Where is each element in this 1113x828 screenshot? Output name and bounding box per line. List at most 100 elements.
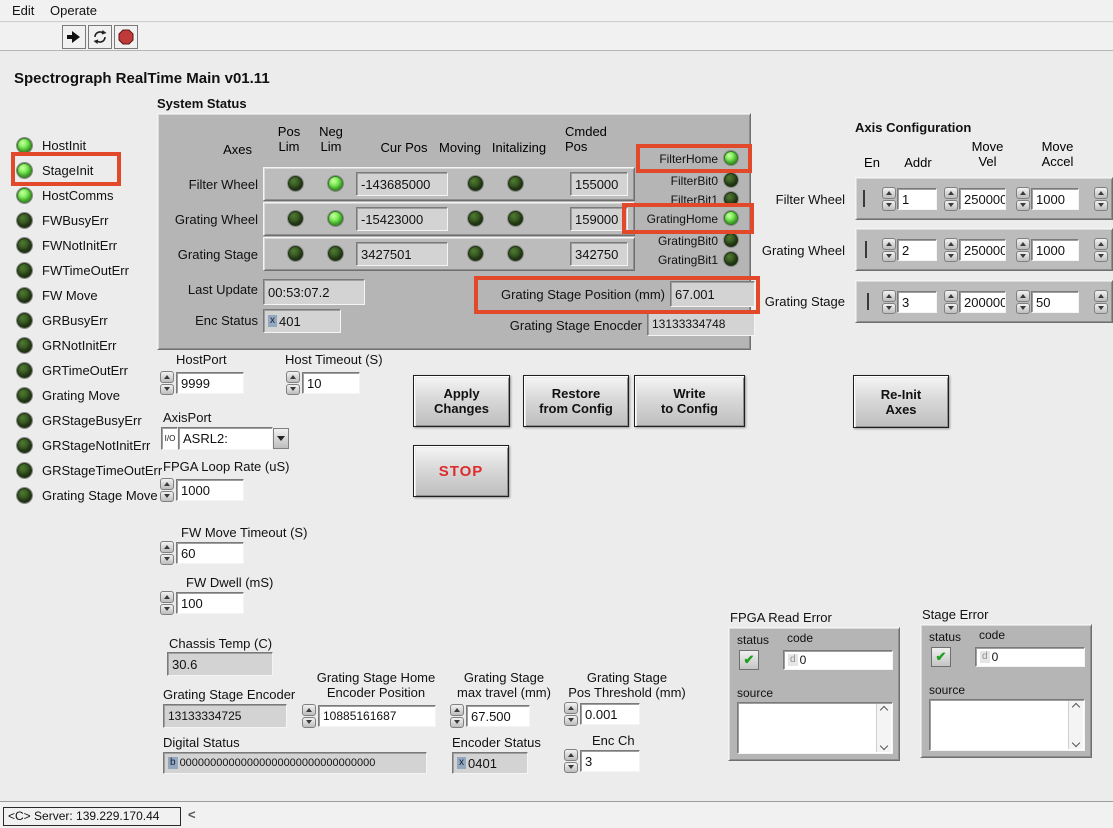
move-accel-spinner[interactable]: [1016, 238, 1030, 262]
gs-home-encoder-position-input[interactable]: 10885161687: [318, 705, 436, 727]
move-vel-input[interactable]: 250000: [959, 188, 1006, 210]
fw-move-timeout-spinner[interactable]: [160, 541, 174, 565]
gs-pos-threshold-input[interactable]: 0.001: [580, 703, 640, 725]
gs-home-encoder-position-spinner[interactable]: [302, 704, 316, 728]
enable-checkbox[interactable]: [867, 293, 869, 310]
enc-ch-spinner[interactable]: [564, 749, 578, 773]
filterbit0-led: [724, 173, 738, 187]
menu-edit[interactable]: Edit: [12, 3, 34, 18]
gs-max-travel-label: Grating Stage max travel (mm): [450, 670, 558, 700]
moving-led: [468, 176, 483, 191]
move-vel-input[interactable]: 200000: [959, 291, 1006, 313]
collapse-glyph[interactable]: <: [188, 807, 196, 822]
checkmark-icon: ✔: [744, 652, 755, 668]
abort-button[interactable]: [114, 25, 138, 49]
apply-changes-button[interactable]: Apply Changes: [413, 375, 510, 427]
scroll-up-icon[interactable]: [1072, 703, 1080, 711]
error-code-label: code: [787, 631, 813, 645]
axis-configuration-title: Axis Configuration: [855, 120, 971, 135]
run-icon: [66, 29, 82, 45]
scrollbar[interactable]: [876, 704, 891, 752]
axisport-dropdown-button[interactable]: [273, 428, 289, 449]
error-source-textarea[interactable]: [737, 702, 893, 754]
addr-spinner[interactable]: [882, 290, 896, 314]
run-button[interactable]: [62, 25, 86, 49]
status-bar: <C> Server: 139.229.170.44 <: [0, 801, 1113, 828]
move-vel-spinner[interactable]: [944, 187, 958, 211]
run-continuous-button[interactable]: [88, 25, 112, 49]
gs-pos-threshold-spinner[interactable]: [564, 702, 578, 726]
error-status-button[interactable]: ✔: [931, 647, 951, 667]
write-to-config-button[interactable]: Write to Config: [634, 375, 745, 427]
radix-indicator[interactable]: x: [457, 757, 466, 769]
gs-max-travel-input[interactable]: 67.500: [466, 705, 530, 727]
fpga-loop-rate-input[interactable]: 1000: [176, 479, 244, 501]
move-accel-input[interactable]: 50: [1031, 291, 1079, 313]
enc-ch-label: Enc Ch: [592, 733, 635, 748]
host-timeout-spinner[interactable]: [286, 371, 300, 395]
hostport-input[interactable]: 9999: [176, 372, 244, 394]
status-led-grbusyerr: GRBusyErr: [17, 312, 108, 328]
error-code-field[interactable]: d 0: [975, 647, 1085, 667]
fw-move-timeout-input[interactable]: 60: [176, 542, 244, 564]
header-cmded-pos: Cmded Pos: [565, 124, 617, 154]
host-timeout-input[interactable]: 10: [302, 372, 360, 394]
restore-from-config-button[interactable]: Restore from Config: [523, 375, 629, 427]
radix-indicator[interactable]: d: [788, 654, 798, 666]
move-accel-spinner[interactable]: [1016, 290, 1030, 314]
move-accel-input[interactable]: 1000: [1031, 239, 1079, 261]
addr-input[interactable]: 2: [897, 239, 937, 261]
error-source-textarea[interactable]: [929, 699, 1085, 751]
scrollbar[interactable]: [1068, 701, 1083, 749]
enc-status-field: x 401: [263, 309, 341, 333]
fpga-loop-rate-label: FPGA Loop Rate (uS): [163, 459, 289, 474]
move-vel-input[interactable]: 250000: [959, 239, 1006, 261]
header-cur-pos: Cur Pos: [372, 140, 436, 155]
scroll-up-icon[interactable]: [880, 706, 888, 714]
grating-stage-position-label: Grating Stage Position (mm): [480, 287, 665, 302]
status-led-grstagebusyerr: GRStageBusyErr: [17, 412, 142, 428]
led-indicator: [17, 313, 32, 328]
fw-dwell-spinner[interactable]: [160, 591, 174, 615]
status-led-gratingstagemove: Grating Stage Move: [17, 487, 158, 503]
error-code-field[interactable]: d 0: [783, 650, 893, 670]
move-vel-spinner[interactable]: [944, 290, 958, 314]
addr-input[interactable]: 1: [897, 188, 937, 210]
radix-indicator[interactable]: x: [268, 315, 277, 327]
menu-operate[interactable]: Operate: [50, 3, 97, 18]
error-status-button[interactable]: ✔: [739, 650, 759, 670]
extra-spinner[interactable]: [1094, 187, 1108, 211]
initalizing-led: [508, 211, 523, 226]
addr-input[interactable]: 3: [897, 291, 937, 313]
reinit-axes-button[interactable]: Re-Init Axes: [853, 375, 949, 428]
hostport-spinner[interactable]: [160, 371, 174, 395]
error-status-label: status: [737, 633, 769, 647]
gratingbit1-label: GratingBit1: [600, 253, 718, 267]
move-vel-spinner[interactable]: [944, 238, 958, 262]
enable-checkbox[interactable]: [863, 190, 865, 207]
scroll-down-icon[interactable]: [880, 742, 888, 750]
abort-icon: [118, 29, 134, 45]
fpga-loop-rate-spinner[interactable]: [160, 478, 174, 502]
led-indicator: [17, 238, 32, 253]
extra-spinner[interactable]: [1094, 238, 1108, 262]
addr-spinner[interactable]: [882, 238, 896, 262]
scroll-down-icon[interactable]: [1072, 739, 1080, 747]
move-accel-input[interactable]: 1000: [1031, 188, 1079, 210]
filterbit1-label: FilterBit1: [600, 193, 718, 207]
axisport-combo[interactable]: ASRL2:: [178, 427, 273, 450]
radix-indicator[interactable]: d: [980, 651, 990, 663]
extra-spinner[interactable]: [1094, 290, 1108, 314]
enc-ch-input[interactable]: 3: [580, 750, 640, 772]
gs-max-travel-spinner[interactable]: [450, 704, 464, 728]
move-accel-spinner[interactable]: [1016, 187, 1030, 211]
grating-stage-enocder-field: 13133334748: [647, 312, 755, 336]
radix-indicator[interactable]: b: [168, 757, 178, 769]
addr-spinner[interactable]: [882, 187, 896, 211]
stop-button[interactable]: STOP: [413, 445, 509, 497]
fw-dwell-input[interactable]: 100: [176, 592, 244, 614]
led-indicator: [17, 163, 32, 178]
toolbar: [0, 23, 1113, 51]
error-status-label: status: [929, 630, 961, 644]
enable-checkbox[interactable]: [865, 241, 867, 258]
